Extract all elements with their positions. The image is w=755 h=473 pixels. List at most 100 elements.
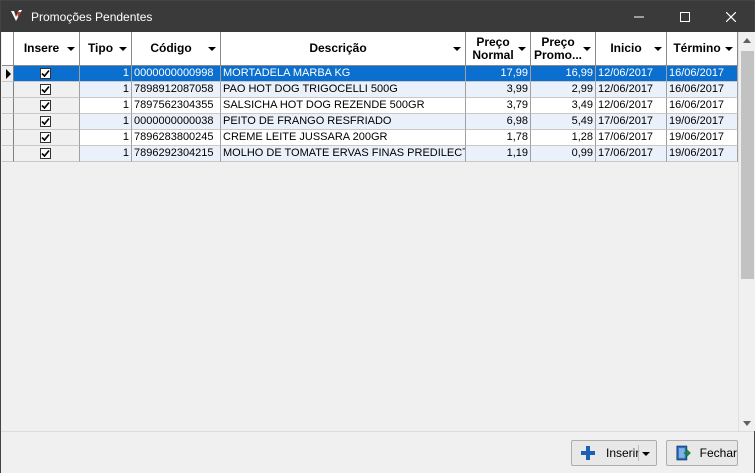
filter-dropdown-icon[interactable]	[119, 47, 127, 51]
cell-tipo[interactable]: 1	[80, 146, 132, 162]
cell-preco-normal[interactable]: 1,78	[466, 130, 531, 146]
table-row[interactable]: 1 0000000000998 MORTADELA MARBA KG 17,99 16,…	[2, 66, 738, 82]
cell-preco-promo[interactable]: 16,99	[531, 66, 596, 82]
cell-descricao[interactable]: SALSICHA HOT DOG REZENDE 500GR	[221, 98, 466, 114]
filter-dropdown-icon[interactable]	[518, 47, 526, 51]
insere-checkbox[interactable]	[40, 148, 51, 159]
filter-dropdown-icon[interactable]	[654, 47, 662, 51]
column-header-descricao[interactable]: Descrição	[221, 32, 466, 66]
table-row[interactable]: 1 7896283800245 CREME LEITE JUSSARA 200GR 1…	[2, 130, 738, 146]
row-indicator-cell[interactable]	[2, 130, 14, 146]
cell-preco-normal[interactable]: 6,98	[466, 114, 531, 130]
column-header-termino[interactable]: Término	[667, 32, 738, 66]
bottom-toolbar: Inserir Fechar	[1, 431, 754, 473]
cell-termino[interactable]: 19/06/2017	[667, 114, 738, 130]
insere-cell[interactable]	[14, 98, 80, 114]
cell-descricao[interactable]: MOLHO DE TOMATE ERVAS FINAS PREDILECTA 3…	[221, 146, 466, 162]
vertical-scrollbar[interactable]	[738, 32, 755, 431]
cell-descricao[interactable]: PAO HOT DOG TRIGOCELLI 500G	[221, 82, 466, 98]
column-header-label: Preço Promo...	[533, 34, 582, 62]
table-row[interactable]: 1 7896292304215 MOLHO DE TOMATE ERVAS FINA…	[2, 146, 738, 162]
title-bar[interactable]: Promoções Pendentes	[1, 1, 754, 32]
minimize-button[interactable]	[616, 1, 662, 32]
table-row[interactable]: 1 7897562304355 SALSICHA HOT DOG REZENDE 5…	[2, 98, 738, 114]
cell-tipo[interactable]: 1	[80, 114, 132, 130]
filter-dropdown-icon[interactable]	[583, 47, 591, 51]
cell-descricao[interactable]: MORTADELA MARBA KG	[221, 66, 466, 82]
cell-preco-promo[interactable]: 2,99	[531, 82, 596, 98]
column-header-preco-promo[interactable]: Preço Promo...	[531, 32, 596, 66]
cell-descricao[interactable]: CREME LEITE JUSSARA 200GR	[221, 130, 466, 146]
row-indicator-cell[interactable]	[2, 82, 14, 98]
filter-dropdown-icon[interactable]	[67, 47, 75, 51]
cell-codigo[interactable]: 7896292304215	[132, 146, 221, 162]
promotions-grid[interactable]: Insere Tipo Código Descrição Preço Norma…	[2, 32, 738, 431]
row-indicator-cell[interactable]	[2, 114, 14, 130]
close-icon	[726, 11, 736, 22]
maximize-button[interactable]	[662, 1, 708, 32]
column-header-inicio[interactable]: Inicio	[596, 32, 667, 66]
insere-cell[interactable]	[14, 66, 80, 82]
cell-codigo[interactable]: 0000000000038	[132, 114, 221, 130]
row-indicator-cell[interactable]	[2, 98, 14, 114]
row-indicator-cell[interactable]	[2, 146, 14, 162]
column-header-tipo[interactable]: Tipo	[80, 32, 132, 66]
cell-codigo[interactable]: 7897562304355	[132, 98, 221, 114]
exit-door-icon	[676, 445, 691, 461]
cell-codigo[interactable]: 0000000000998	[132, 66, 221, 82]
column-header-label: Inicio	[610, 41, 642, 55]
insere-cell[interactable]	[14, 82, 80, 98]
cell-preco-normal[interactable]: 17,99	[466, 66, 531, 82]
cell-preco-promo[interactable]: 3,49	[531, 98, 596, 114]
insere-checkbox[interactable]	[40, 100, 51, 111]
cell-inicio[interactable]: 12/06/2017	[596, 66, 667, 82]
cell-tipo[interactable]: 1	[80, 82, 132, 98]
cell-codigo[interactable]: 7896283800245	[132, 130, 221, 146]
column-header-codigo[interactable]: Código	[132, 32, 221, 66]
cell-termino[interactable]: 16/06/2017	[667, 98, 738, 114]
promocoes-pendentes-window: Promoções Pendentes Insere Tipo Código D…	[0, 0, 755, 473]
cell-preco-normal[interactable]: 3,99	[466, 82, 531, 98]
cell-termino[interactable]: 16/06/2017	[667, 82, 738, 98]
close-button[interactable]	[708, 1, 754, 32]
insere-cell[interactable]	[14, 146, 80, 162]
insere-checkbox[interactable]	[40, 116, 51, 127]
column-header-preco-normal[interactable]: Preço Normal	[466, 32, 531, 66]
filter-dropdown-icon[interactable]	[725, 47, 733, 51]
cell-preco-normal[interactable]: 1,19	[466, 146, 531, 162]
fechar-button[interactable]: Fechar	[666, 440, 738, 466]
scroll-thumb[interactable]	[741, 51, 754, 279]
cell-termino[interactable]: 16/06/2017	[667, 66, 738, 82]
table-row[interactable]: 1 7898912087058 PAO HOT DOG TRIGOCELLI 500…	[2, 82, 738, 98]
cell-preco-promo[interactable]: 1,28	[531, 130, 596, 146]
cell-inicio[interactable]: 17/06/2017	[596, 114, 667, 130]
cell-inicio[interactable]: 17/06/2017	[596, 146, 667, 162]
table-row[interactable]: 1 0000000000038 PEITO DE FRANGO RESFRIADO 6…	[2, 114, 738, 130]
cell-codigo[interactable]: 7898912087058	[132, 82, 221, 98]
cell-termino[interactable]: 19/06/2017	[667, 130, 738, 146]
cell-inicio[interactable]: 12/06/2017	[596, 82, 667, 98]
cell-tipo[interactable]: 1	[80, 98, 132, 114]
insere-cell[interactable]	[14, 130, 80, 146]
cell-termino[interactable]: 19/06/2017	[667, 146, 738, 162]
cell-inicio[interactable]: 12/06/2017	[596, 98, 667, 114]
chevron-down-icon[interactable]	[642, 452, 650, 456]
cell-preco-promo[interactable]: 0,99	[531, 146, 596, 162]
scroll-down-icon[interactable]	[743, 421, 751, 426]
cell-tipo[interactable]: 1	[80, 66, 132, 82]
scroll-up-icon[interactable]	[743, 38, 751, 43]
insere-checkbox[interactable]	[40, 68, 51, 79]
row-indicator-cell[interactable]	[2, 66, 14, 82]
insere-checkbox[interactable]	[40, 84, 51, 95]
inserir-button[interactable]: Inserir	[571, 440, 657, 466]
insere-cell[interactable]	[14, 114, 80, 130]
filter-dropdown-icon[interactable]	[453, 47, 461, 51]
cell-preco-normal[interactable]: 3,79	[466, 98, 531, 114]
cell-preco-promo[interactable]: 5,49	[531, 114, 596, 130]
cell-descricao[interactable]: PEITO DE FRANGO RESFRIADO	[221, 114, 466, 130]
column-header-insere[interactable]: Insere	[14, 32, 80, 66]
filter-dropdown-icon[interactable]	[208, 47, 216, 51]
insere-checkbox[interactable]	[40, 132, 51, 143]
cell-tipo[interactable]: 1	[80, 130, 132, 146]
cell-inicio[interactable]: 17/06/2017	[596, 130, 667, 146]
